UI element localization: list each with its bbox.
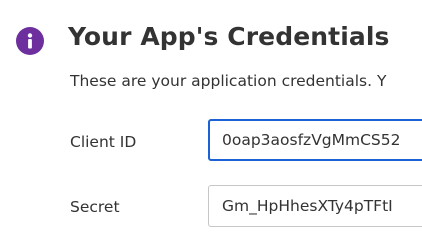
page-title: Your App's Credentials — [68, 22, 390, 51]
client-id-field[interactable] — [208, 119, 422, 161]
secret-label: Secret — [70, 198, 120, 216]
credentials-panel: Your App's Credentials These are your ap… — [0, 0, 422, 244]
client-id-label: Client ID — [70, 133, 137, 151]
page-subtitle: These are your application credentials. … — [70, 72, 387, 90]
info-icon — [16, 27, 44, 55]
secret-field[interactable] — [208, 185, 422, 227]
